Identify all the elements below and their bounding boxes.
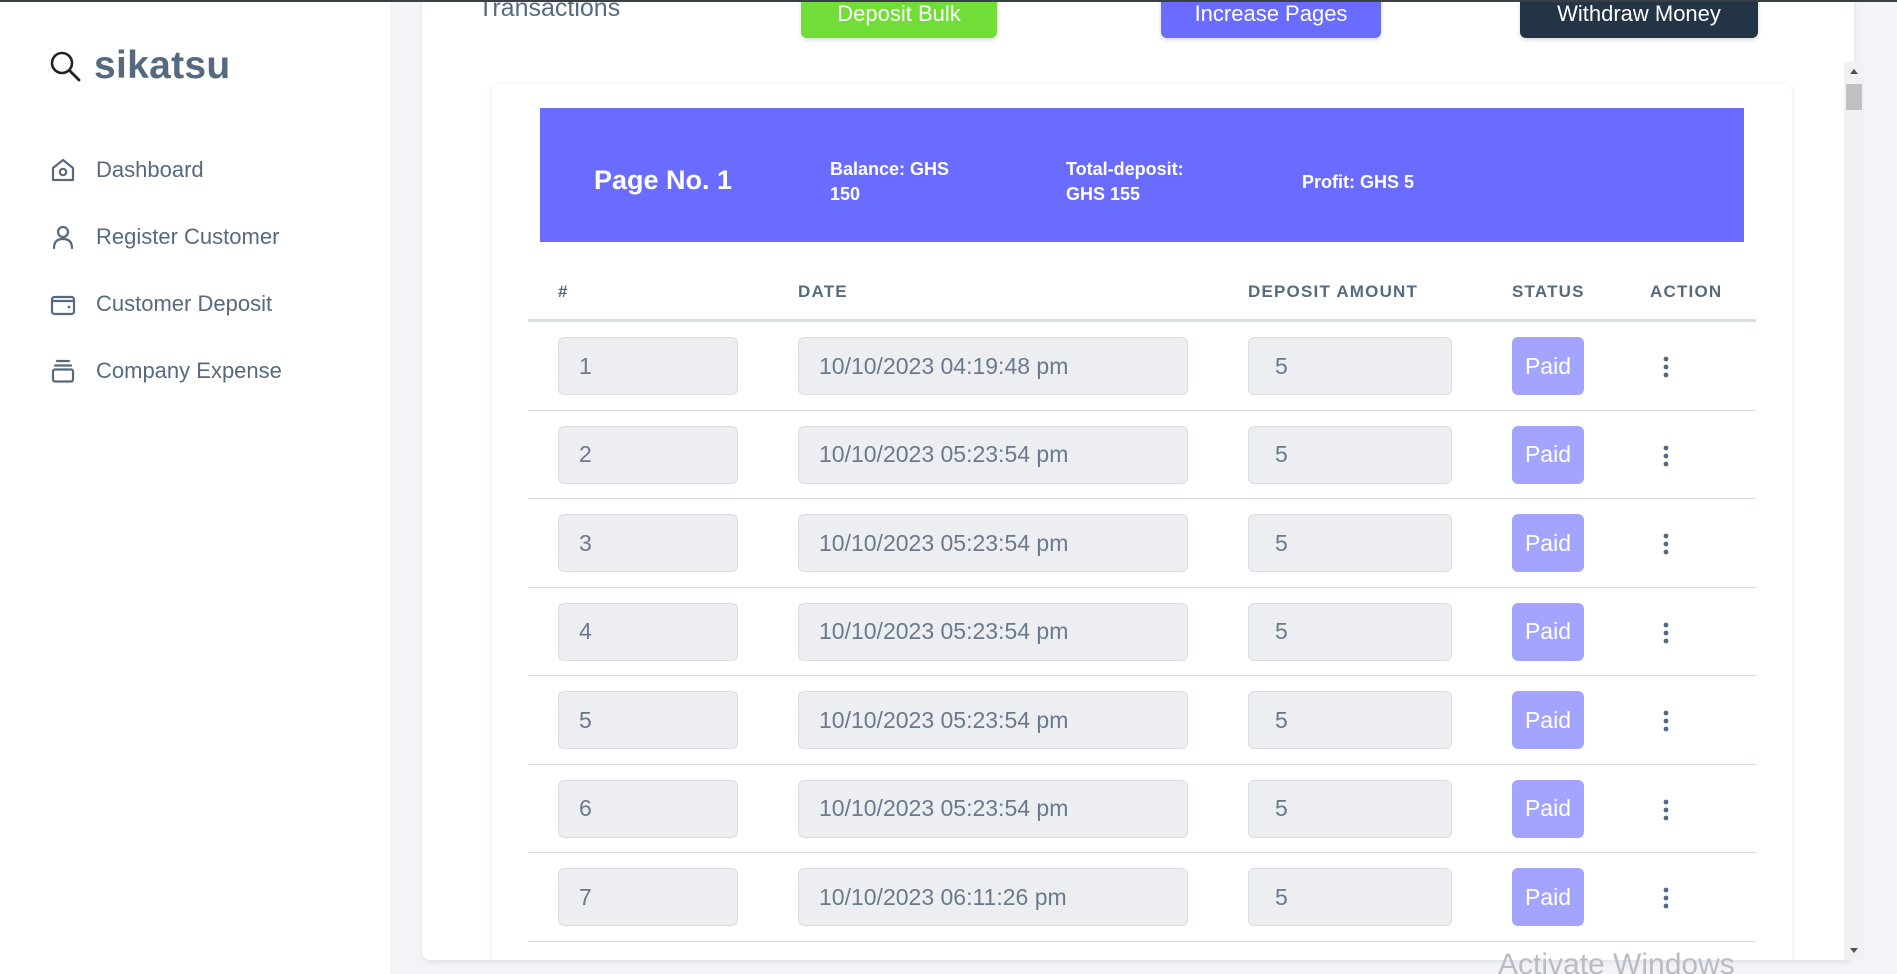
deposit-amount-field: 5 (1248, 868, 1452, 926)
main-card: Transactions Deposit Bulk Increase Pages… (422, 0, 1854, 960)
wallet-icon (48, 289, 78, 319)
sidebar: sikatsu Dashboard Register Customer Cust… (0, 0, 390, 974)
table-row: 3 10/10/2023 05:23:54 pm 5 Paid (528, 499, 1756, 588)
deposit-amount-field: 5 (1248, 691, 1452, 749)
sidebar-nav: Dashboard Register Customer Customer Dep… (48, 136, 282, 404)
activate-windows-watermark: Activate Windows (1498, 948, 1735, 974)
table-header: # DATE DEPOSIT AMOUNT STATUS ACTION (528, 270, 1756, 322)
brand-name: sikatsu (94, 44, 231, 87)
status-badge: Paid (1512, 779, 1584, 838)
row-number-field: 2 (558, 425, 738, 484)
deposit-amount-field: 5 (1248, 779, 1452, 838)
profit-stat: Profit: GHS 5 (1302, 172, 1415, 192)
column-header-date: DATE (798, 282, 848, 301)
status-badge: Paid (1512, 425, 1584, 484)
date-field: 10/10/2023 05:23:54 pm (798, 602, 1188, 661)
transactions-card: Page No. 1 Balance: GHS 150 Total-deposi… (492, 84, 1792, 960)
transactions-table: # DATE DEPOSIT AMOUNT STATUS ACTION 1 10… (528, 270, 1756, 942)
more-vertical-icon[interactable] (1656, 795, 1676, 825)
sidebar-item-customer-deposit[interactable]: Customer Deposit (48, 270, 282, 337)
row-number-field: 1 (558, 337, 738, 395)
total-deposit-stat: Total-deposit: GHS 155 (1066, 159, 1184, 204)
vertical-scrollbar[interactable] (1844, 62, 1864, 960)
date-field: 10/10/2023 05:23:54 pm (798, 779, 1188, 838)
deposit-bulk-button[interactable]: Deposit Bulk (801, 0, 997, 38)
page-summary-banner: Page No. 1 Balance: GHS 150 Total-deposi… (540, 108, 1744, 242)
row-number-field: 6 (558, 779, 738, 838)
date-field: 10/10/2023 06:11:26 pm (798, 868, 1188, 926)
sidebar-item-register-customer[interactable]: Register Customer (48, 203, 282, 270)
row-number-field: 5 (558, 691, 738, 749)
column-header-status: STATUS (1512, 282, 1585, 301)
table-row: 6 10/10/2023 05:23:54 pm 5 Paid (528, 765, 1756, 853)
more-vertical-icon[interactable] (1656, 706, 1676, 736)
sidebar-item-dashboard[interactable]: Dashboard (48, 136, 282, 203)
layers-icon (48, 356, 78, 386)
date-field: 10/10/2023 05:23:54 pm (798, 425, 1188, 484)
table-row: 2 10/10/2023 05:23:54 pm 5 Paid (528, 411, 1756, 499)
table-row: 4 10/10/2023 05:23:54 pm 5 Paid (528, 588, 1756, 676)
sidebar-item-company-expense[interactable]: Company Expense (48, 337, 282, 404)
withdraw-money-button[interactable]: Withdraw Money (1520, 0, 1758, 38)
sidebar-item-label: Customer Deposit (96, 290, 273, 316)
status-badge: Paid (1512, 602, 1584, 661)
balance-stat: Balance: GHS 150 (830, 159, 950, 204)
column-header-deposit-amount: DEPOSIT AMOUNT (1248, 282, 1419, 301)
table-row: 7 10/10/2023 06:11:26 pm 5 Paid (528, 853, 1756, 942)
scrollbar-thumb[interactable] (1846, 84, 1862, 110)
page-number: Page No. 1 (594, 165, 733, 195)
more-vertical-icon[interactable] (1656, 352, 1676, 382)
date-field: 10/10/2023 04:19:48 pm (798, 337, 1188, 395)
row-number-field: 7 (558, 868, 738, 926)
deposit-amount-field: 5 (1248, 337, 1452, 395)
table-row: 1 10/10/2023 04:19:48 pm 5 Paid (528, 322, 1756, 411)
deposit-amount-field: 5 (1248, 514, 1452, 572)
scroll-down-arrow-icon[interactable] (1844, 942, 1864, 960)
more-vertical-icon[interactable] (1656, 883, 1676, 913)
more-vertical-icon[interactable] (1656, 618, 1676, 648)
more-vertical-icon[interactable] (1656, 441, 1676, 471)
deposit-amount-field: 5 (1248, 602, 1452, 661)
more-vertical-icon[interactable] (1656, 529, 1676, 559)
status-badge: Paid (1512, 691, 1584, 749)
sidebar-item-label: Register Customer (96, 223, 280, 249)
sidebar-item-label: Company Expense (96, 357, 282, 383)
deposit-amount-field: 5 (1248, 425, 1452, 484)
sidebar-item-label: Dashboard (96, 156, 204, 182)
table-row: 5 10/10/2023 05:23:54 pm 5 Paid (528, 676, 1756, 765)
date-field: 10/10/2023 05:23:54 pm (798, 514, 1188, 572)
brand[interactable]: sikatsu (48, 44, 231, 88)
status-badge: Paid (1512, 868, 1584, 926)
row-number-field: 3 (558, 514, 738, 572)
row-number-field: 4 (558, 602, 738, 661)
window-top-border (0, 0, 1897, 2)
column-header-action: ACTION (1650, 282, 1723, 301)
home-icon (48, 155, 78, 185)
status-badge: Paid (1512, 337, 1584, 395)
column-header-number: # (558, 282, 569, 301)
user-icon (48, 222, 78, 252)
increase-pages-button[interactable]: Increase Pages (1161, 0, 1381, 38)
search-icon (48, 49, 82, 83)
date-field: 10/10/2023 05:23:54 pm (798, 691, 1188, 749)
page-header: Transactions Deposit Bulk Increase Pages… (422, 0, 1854, 40)
page-title: Transactions (478, 0, 621, 22)
scroll-up-arrow-icon[interactable] (1844, 62, 1864, 80)
status-badge: Paid (1512, 514, 1584, 572)
